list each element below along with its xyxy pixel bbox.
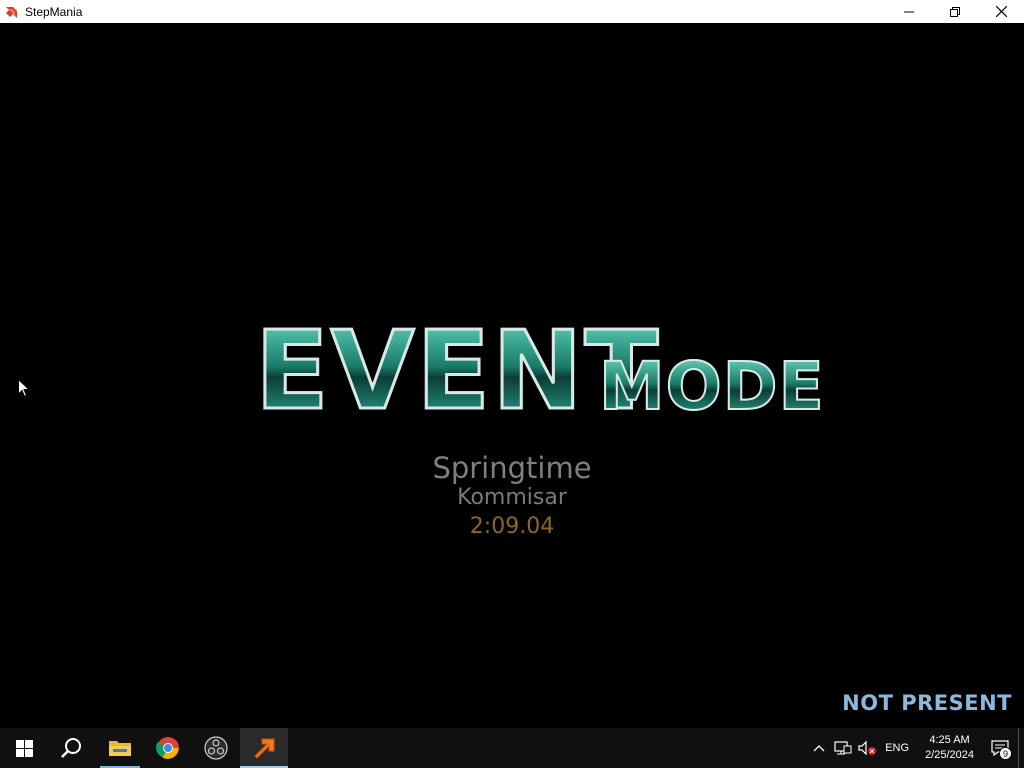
song-title: Springtime <box>432 451 592 485</box>
file-explorer-button[interactable] <box>96 728 144 768</box>
close-button[interactable] <box>978 0 1024 23</box>
input-language-indicator[interactable]: ENG <box>885 742 909 754</box>
clock[interactable]: 4:25 AM 2/25/2024 <box>925 733 974 763</box>
minimize-button[interactable] <box>886 0 932 23</box>
volume-button[interactable] <box>855 728 879 768</box>
clock-date: 2/25/2024 <box>925 749 974 761</box>
show-desktop-button[interactable] <box>1018 728 1024 768</box>
network-button[interactable] <box>831 728 855 768</box>
start-button[interactable] <box>0 728 48 768</box>
search-icon <box>61 738 81 758</box>
windows-logo-icon <box>15 739 33 757</box>
system-tray: ENG 4:25 AM 2/25/2024 9 <box>807 728 1024 768</box>
stepmania-arrow-icon <box>4 4 20 20</box>
player-status: NOT PRESENT <box>842 691 1012 715</box>
mouse-cursor-icon <box>18 379 30 398</box>
folder-icon <box>109 741 131 756</box>
notification-count-badge: 9 <box>999 747 1012 760</box>
song-length: 2:09.04 <box>469 514 555 539</box>
network-icon <box>834 741 852 755</box>
chrome-icon <box>156 737 179 759</box>
restore-button[interactable] <box>932 0 978 23</box>
taskbar: ENG 4:25 AM 2/25/2024 9 <box>0 728 1024 768</box>
show-hidden-icons-button[interactable] <box>807 728 831 768</box>
stepmania-arrow-icon <box>254 738 275 759</box>
chrome-button[interactable] <box>144 728 192 768</box>
chevron-up-icon <box>813 745 825 752</box>
obs-button[interactable] <box>192 728 240 768</box>
song-artist: Kommisar <box>457 485 567 510</box>
window-titlebar[interactable]: StepMania <box>0 0 1024 23</box>
minimize-icon <box>904 11 914 12</box>
search-button[interactable] <box>48 728 96 768</box>
window-title: StepMania <box>25 4 83 19</box>
stepmania-taskbar-button[interactable] <box>240 728 288 768</box>
action-center-button[interactable]: 9 <box>982 728 1018 768</box>
volume-muted-icon <box>858 740 877 756</box>
restore-icon <box>950 6 960 17</box>
close-icon <box>995 6 1007 17</box>
clock-time: 4:25 AM <box>929 734 970 746</box>
game-screen[interactable]: EVENT MODE Springtime Kommisar 2:09.04 N… <box>0 23 1024 728</box>
obs-icon <box>204 736 228 760</box>
logo-mode-text: MODE <box>598 348 825 425</box>
event-mode-logo: EVENT MODE <box>253 316 824 428</box>
